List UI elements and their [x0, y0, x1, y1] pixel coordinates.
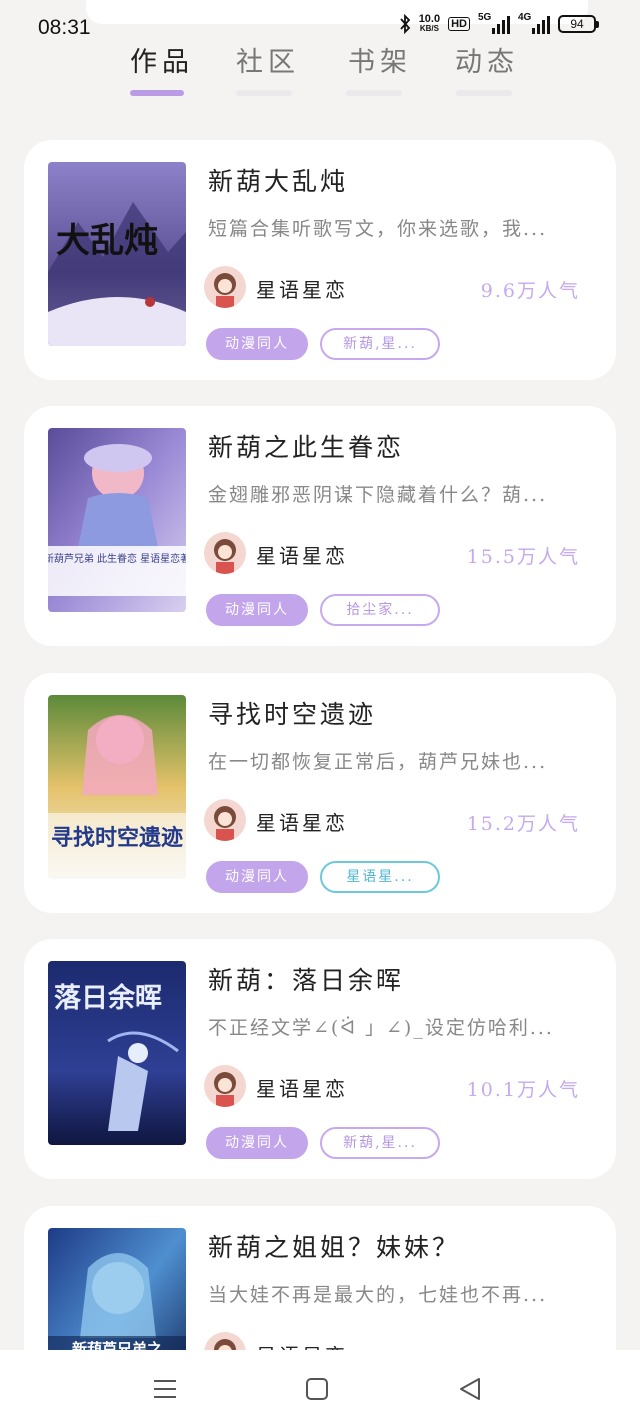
book-cover[interactable]: 落日余晖 — [48, 961, 186, 1145]
author-avatar[interactable] — [204, 532, 246, 574]
tab-active-indicator — [130, 90, 184, 96]
cover-title-text: 大乱炖 — [56, 221, 158, 261]
book-card[interactable]: 新葫芦兄弟 此生眷恋 星语星恋著 新葫之此生眷恋 金翅雕邪恶阴谋下隐藏着什么？葫… — [24, 406, 616, 646]
book-title[interactable]: 新葫：落日余晖 — [208, 961, 404, 997]
signal-5g-label: 5G — [478, 12, 492, 23]
system-nav-bar — [0, 1350, 640, 1428]
hd-icon: HD — [448, 17, 470, 31]
book-card[interactable]: 落日余晖 新葫：落日余晖 不正经文学∠(ᐛ 」∠)_设定仿哈利... 星语星恋 … — [24, 939, 616, 1179]
popularity-count: 10.1万人气 — [466, 1079, 580, 1101]
book-title[interactable]: 新葫大乱炖 — [208, 162, 348, 198]
signal-4g-icon: 4G — [518, 12, 550, 34]
cover-title-text: 新葫芦兄弟 此生眷恋 星语星恋著 — [48, 552, 186, 565]
book-description: 当大娃不再是最大的，七娃也不再... — [208, 1284, 548, 1306]
tab-works[interactable]: 作品 — [130, 40, 194, 79]
keyword-tag[interactable]: 拾尘家... — [320, 594, 440, 626]
bluetooth-icon — [400, 14, 410, 34]
net-speed: 10.0 KB/S — [419, 14, 440, 34]
cover-art-image: 落日余晖 — [48, 961, 186, 1145]
book-title[interactable]: 寻找时空遗迹 — [208, 695, 376, 731]
author-name[interactable]: 星语星恋 — [256, 540, 348, 569]
signal-4g-label: 4G — [518, 12, 532, 23]
category-tag[interactable]: 动漫同人 — [206, 861, 308, 893]
keyword-tag[interactable]: 新葫,星... — [320, 328, 440, 360]
tab-bar: 作品 社区 书架 动态 — [0, 40, 640, 106]
popularity-count: 15.2万人气 — [466, 813, 580, 835]
book-title[interactable]: 新葫之此生眷恋 — [208, 428, 404, 464]
cover-art-image: 新葫芦兄弟 此生眷恋 星语星恋著 — [48, 428, 186, 612]
cover-title-text: 落日余晖 — [54, 982, 162, 1014]
author-name[interactable]: 星语星恋 — [256, 1073, 348, 1102]
category-tag[interactable]: 动漫同人 — [206, 594, 308, 626]
book-cover[interactable]: 大乱炖 — [48, 162, 186, 346]
keyword-tag[interactable]: 星语星... — [320, 861, 440, 893]
menu-icon[interactable] — [150, 1374, 180, 1404]
book-description: 短篇合集听歌写文，你来选歌，我... — [208, 218, 548, 240]
tab-activity[interactable]: 动态 — [455, 40, 519, 79]
net-speed-unit: KB/S — [419, 24, 439, 33]
book-title[interactable]: 新葫之姐姐？妹妹？ — [208, 1228, 460, 1264]
book-card[interactable]: 寻找时空遗迹 寻找时空遗迹 在一切都恢复正常后，葫芦兄妹也... 星语星恋 15… — [24, 673, 616, 913]
author-name[interactable]: 星语星恋 — [256, 807, 348, 836]
book-cover[interactable]: 新葫芦兄弟 此生眷恋 星语星恋著 — [48, 428, 186, 612]
category-tag[interactable]: 动漫同人 — [206, 328, 308, 360]
book-card[interactable]: 大乱炖 新葫大乱炖 短篇合集听歌写文，你来选歌，我... 星语星恋 9.6万人气… — [24, 140, 616, 380]
status-bar: 08:31 10.0 KB/S HD 5G 4G 94 — [0, 0, 640, 40]
author-avatar[interactable] — [204, 266, 246, 308]
book-description: 不正经文学∠(ᐛ 」∠)_设定仿哈利... — [208, 1017, 554, 1039]
author-avatar[interactable] — [204, 1065, 246, 1107]
book-cover[interactable]: 寻找时空遗迹 — [48, 695, 186, 879]
signal-5g-icon: 5G — [478, 12, 510, 34]
back-triangle-icon[interactable] — [455, 1374, 485, 1404]
status-icons: 10.0 KB/S HD 5G 4G 94 — [399, 12, 599, 34]
tab-indicator-placeholder — [456, 90, 512, 96]
cover-title-text: 寻找时空遗迹 — [51, 825, 183, 851]
cover-art-image: 寻找时空遗迹 — [48, 695, 186, 879]
battery-icon: 94 — [558, 15, 599, 33]
book-description: 金翅雕邪恶阴谋下隐藏着什么？葫... — [208, 484, 548, 506]
tab-community[interactable]: 社区 — [236, 40, 300, 79]
author-avatar[interactable] — [204, 799, 246, 841]
author-name[interactable]: 星语星恋 — [256, 274, 348, 303]
tab-indicator-placeholder — [346, 90, 402, 96]
status-time: 08:31 — [38, 16, 91, 39]
popularity-count: 15.5万人气 — [466, 546, 580, 568]
home-square-icon[interactable] — [302, 1374, 332, 1404]
tab-bookshelf[interactable]: 书架 — [348, 40, 412, 79]
category-tag[interactable]: 动漫同人 — [206, 1127, 308, 1159]
book-description: 在一切都恢复正常后，葫芦兄妹也... — [208, 751, 548, 773]
tab-indicator-placeholder — [236, 90, 292, 96]
net-speed-value: 10.0 — [418, 13, 441, 25]
popularity-count: 9.6万人气 — [480, 280, 580, 302]
keyword-tag[interactable]: 新葫,星... — [320, 1127, 440, 1159]
cover-art-image: 大乱炖 — [48, 162, 186, 346]
